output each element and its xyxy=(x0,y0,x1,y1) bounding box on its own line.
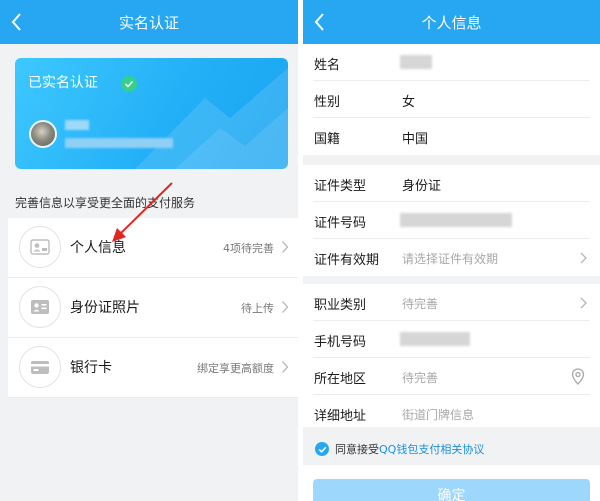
row-id-number[interactable]: 证件号码 xyxy=(303,202,600,239)
page-title: 实名认证 xyxy=(118,13,179,32)
verified-status-text: 已实名认证 xyxy=(28,75,98,91)
menu-item-id-photo[interactable]: 身份证照片 待上传 xyxy=(8,278,298,338)
field-placeholder: 街道门牌信息 xyxy=(402,408,475,422)
blurred-user-name xyxy=(65,120,89,130)
id-person-icon xyxy=(19,226,61,268)
row-id-type[interactable]: 证件类型 身份证 xyxy=(303,165,600,202)
agreement-row: 同意接受QQ钱包支付相关协议 xyxy=(303,427,600,465)
chevron-right-icon xyxy=(282,301,289,313)
verified-check-icon xyxy=(121,76,137,92)
real-name-verification-screen: 实名认证 已实名认证 完善信息以享受更全面的支付服务 个人信息 4项待完善 身份… xyxy=(0,0,298,501)
bank-card-icon xyxy=(19,346,61,388)
agreement-text: 同意接受QQ钱包支付相关协议 xyxy=(335,441,484,457)
row-nationality[interactable]: 国籍 中国 xyxy=(303,118,600,155)
menu-item-personal-info[interactable]: 个人信息 4项待完善 xyxy=(8,218,298,278)
field-value: 女 xyxy=(402,95,416,110)
menu-status: 待上传 xyxy=(241,302,274,315)
page-title: 个人信息 xyxy=(421,13,482,32)
row-gender[interactable]: 性别 女 xyxy=(303,81,600,118)
field-label: 证件有效期 xyxy=(314,253,380,268)
field-label: 职业类别 xyxy=(314,298,367,313)
chevron-right-icon xyxy=(282,241,289,253)
blurred-account xyxy=(65,138,173,148)
chevron-right-icon xyxy=(282,361,289,373)
field-label: 所在地区 xyxy=(314,372,367,387)
field-placeholder: 待完善 xyxy=(402,371,439,385)
navbar: 实名认证 xyxy=(0,0,298,44)
menu-item-bank-card[interactable]: 银行卡 绑定享更高额度 xyxy=(8,338,298,398)
back-button[interactable] xyxy=(6,8,28,36)
field-value: 身份证 xyxy=(402,179,442,194)
section-gap xyxy=(303,155,600,165)
hint-text: 完善信息以享受更全面的支付服务 xyxy=(15,196,196,210)
navbar: 个人信息 xyxy=(303,0,600,44)
chevron-left-icon xyxy=(314,13,324,31)
confirm-button[interactable]: 确定 xyxy=(313,479,590,501)
field-label: 详细地址 xyxy=(314,409,367,424)
field-label: 手机号码 xyxy=(314,335,367,350)
chevron-left-icon xyxy=(11,13,21,31)
menu-label: 银行卡 xyxy=(70,360,112,376)
row-region[interactable]: 所在地区 待完善 xyxy=(303,358,600,395)
blurred-phone-number xyxy=(400,332,470,346)
field-label: 国籍 xyxy=(314,132,341,147)
row-name[interactable]: 姓名 xyxy=(303,44,600,81)
field-placeholder: 待完善 xyxy=(402,297,439,311)
blurred-id-number xyxy=(400,213,512,227)
field-label: 证件号码 xyxy=(314,216,367,231)
back-button[interactable] xyxy=(309,8,331,36)
row-phone[interactable]: 手机号码 xyxy=(303,321,600,358)
menu-label: 个人信息 xyxy=(70,240,126,256)
chevron-right-icon xyxy=(580,297,587,309)
menu-status: 4项待完善 xyxy=(223,242,274,255)
menu-label: 身份证照片 xyxy=(70,300,140,316)
field-value: 中国 xyxy=(402,132,429,147)
field-label: 性别 xyxy=(314,95,341,110)
verification-status-card: 已实名认证 xyxy=(15,58,288,169)
location-pin-icon[interactable] xyxy=(571,368,585,385)
agreement-prefix: 同意接受 xyxy=(335,443,379,456)
menu-status: 绑定享更高额度 xyxy=(197,362,274,375)
blurred-name-value xyxy=(400,55,432,69)
avatar xyxy=(29,120,57,148)
agreement-link[interactable]: QQ钱包支付相关协议 xyxy=(379,443,484,456)
field-label: 证件类型 xyxy=(314,179,367,194)
id-card-photo-icon xyxy=(19,286,61,328)
field-placeholder: 请选择证件有效期 xyxy=(402,252,499,266)
agree-checkbox[interactable] xyxy=(315,442,329,456)
personal-info-screen: 个人信息 姓名 性别 女 国籍 中国 证件类型 身份证 证件号码 证件有效期 请… xyxy=(303,0,600,501)
field-label: 姓名 xyxy=(314,58,341,73)
chevron-right-icon xyxy=(580,252,587,264)
row-occupation[interactable]: 职业类别 待完善 xyxy=(303,284,600,321)
row-id-validity[interactable]: 证件有效期 请选择证件有效期 xyxy=(303,239,600,276)
check-icon xyxy=(318,446,326,453)
